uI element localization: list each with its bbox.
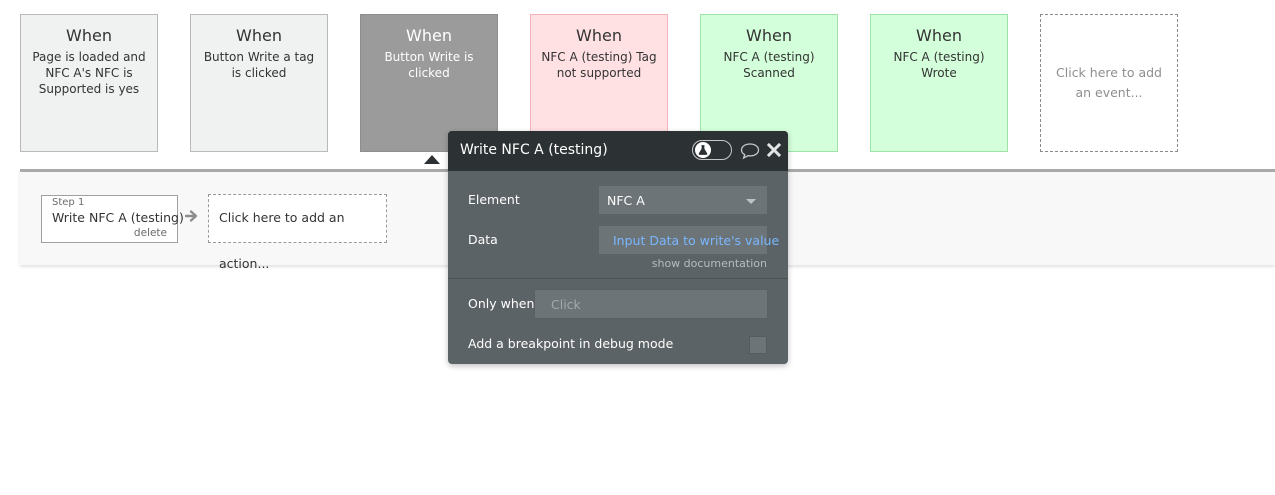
event-description: NFC A (testing) Tag not supported bbox=[541, 50, 657, 80]
element-select[interactable]: NFC A bbox=[599, 186, 767, 214]
event-when-label: When bbox=[746, 26, 792, 45]
panel-title: Write NFC A (testing) bbox=[460, 142, 608, 158]
only-when-input[interactable] bbox=[534, 289, 768, 319]
toggle-knob bbox=[695, 142, 711, 158]
event-when-label: When bbox=[576, 26, 622, 45]
close-icon[interactable] bbox=[767, 143, 781, 157]
event-description: Button Write is clicked bbox=[384, 50, 474, 80]
flask-icon bbox=[698, 145, 708, 155]
event-description: NFC A (testing) Scanned bbox=[723, 50, 815, 80]
chevron-down-icon bbox=[746, 199, 756, 204]
event-card-write-a-tag-clicked[interactable]: When Button Write a tag is clicked bbox=[190, 14, 328, 152]
add-event-label: Click here to add an event... bbox=[1056, 65, 1162, 100]
panel-divider bbox=[448, 278, 788, 279]
panel-pointer bbox=[424, 155, 440, 164]
event-description: Page is loaded and NFC A's NFC is Suppor… bbox=[32, 50, 146, 96]
data-field-value: Input Data to write's value bbox=[613, 233, 780, 248]
event-card-wrote[interactable]: When NFC A (testing) Wrote bbox=[870, 14, 1008, 152]
panel-header: Write NFC A (testing) bbox=[448, 131, 788, 171]
step-card[interactable]: Step 1 Write NFC A (testing) delete bbox=[41, 195, 184, 243]
data-field[interactable]: Input Data to write's value bbox=[599, 226, 779, 254]
show-documentation-link[interactable]: show documentation bbox=[652, 257, 767, 270]
event-when-label: When bbox=[236, 26, 282, 45]
arrow-right-icon bbox=[185, 210, 198, 222]
element-select-value: NFC A bbox=[607, 193, 645, 208]
event-when-label: When bbox=[66, 26, 112, 45]
event-card-page-loaded[interactable]: When Page is loaded and NFC A's NFC is S… bbox=[20, 14, 158, 152]
event-description: NFC A (testing) Wrote bbox=[893, 50, 985, 80]
breakpoint-checkbox[interactable] bbox=[749, 336, 767, 354]
step-number: Step 1 bbox=[52, 197, 85, 208]
data-label: Data bbox=[468, 232, 498, 247]
event-when-label: When bbox=[916, 26, 962, 45]
breakpoint-label: Add a breakpoint in debug mode bbox=[468, 336, 674, 351]
only-when-label: Only when bbox=[468, 296, 535, 311]
step-title: Write NFC A (testing) bbox=[52, 210, 184, 225]
step-delete-link[interactable]: delete bbox=[134, 227, 167, 239]
debug-toggle[interactable] bbox=[692, 140, 732, 160]
event-when-label: When bbox=[406, 26, 452, 45]
element-label: Element bbox=[468, 192, 520, 207]
action-properties-panel: Write NFC A (testing) Element NFC A Data… bbox=[448, 131, 788, 364]
add-action-button[interactable]: Click here to add an action... bbox=[208, 194, 387, 271]
add-event-button[interactable]: Click here to add an event... bbox=[1040, 14, 1178, 152]
event-description: Button Write a tag is clicked bbox=[203, 50, 315, 80]
comment-icon[interactable] bbox=[740, 142, 760, 160]
